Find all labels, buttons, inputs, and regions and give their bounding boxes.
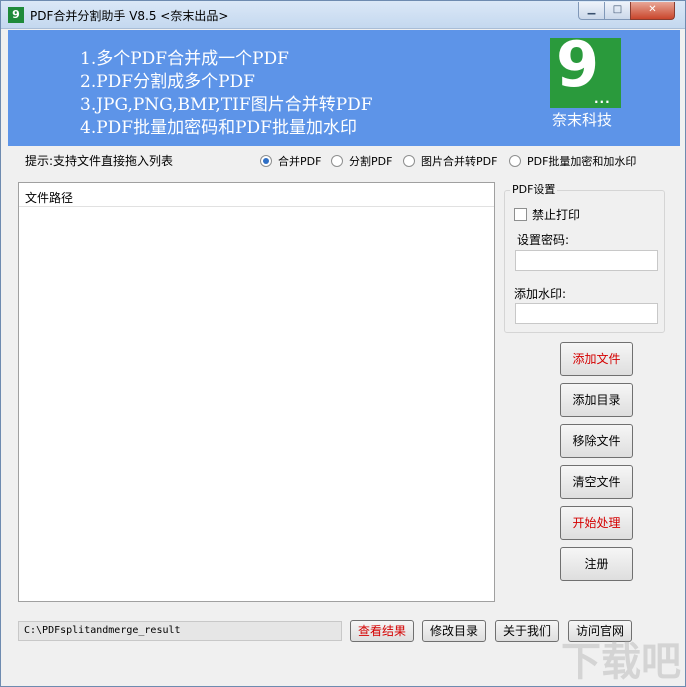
radio-indicator — [403, 155, 415, 167]
feature-line-1: 1.多个PDF合并成一个PDF — [80, 49, 289, 69]
app-window: 9 PDF合并分割助手 V8.5 <奈末出品> ▁ □ ✕ 1.多个PDF合并成… — [0, 0, 686, 687]
clear-files-button[interactable]: 清空文件 — [560, 465, 633, 499]
mode-radio-merge[interactable]: 合并PDF — [260, 153, 321, 169]
close-button[interactable]: ✕ — [630, 2, 675, 20]
drag-tip: 提示:支持文件直接拖入列表 — [25, 154, 174, 168]
feature-line-2: 2.PDF分割成多个PDF — [80, 72, 255, 92]
app-icon: 9 — [8, 7, 24, 23]
file-list[interactable]: 文件路径 — [18, 182, 495, 602]
password-input[interactable] — [515, 250, 658, 271]
radio-label: PDF批量加密和加水印 — [527, 155, 637, 168]
mode-radio-split[interactable]: 分割PDF — [331, 153, 392, 169]
add-directory-button[interactable]: 添加目录 — [560, 383, 633, 417]
logo-dots: ... — [594, 92, 611, 106]
radio-label: 分割PDF — [349, 155, 393, 168]
company-name: 奈末科技 — [552, 111, 613, 129]
remove-file-button[interactable]: 移除文件 — [560, 424, 633, 458]
feature-line-4: 4.PDF批量加密码和PDF批量加水印 — [80, 118, 357, 138]
view-result-button[interactable]: 查看结果 — [350, 620, 414, 642]
title-bar: 9 PDF合并分割助手 V8.5 <奈末出品> ▁ □ ✕ — [1, 1, 685, 29]
output-path-field[interactable]: C:\PDFsplitandmerge_result — [18, 621, 342, 641]
watermark-input[interactable] — [515, 303, 658, 324]
site-watermark: 下载吧 — [561, 639, 681, 685]
start-processing-button[interactable]: 开始处理 — [560, 506, 633, 540]
change-directory-button[interactable]: 修改目录 — [422, 620, 486, 642]
password-label: 设置密码: — [517, 233, 570, 247]
register-button[interactable]: 注册 — [560, 547, 633, 581]
radio-indicator — [509, 155, 521, 167]
column-header-file-path[interactable]: 文件路径 — [19, 183, 494, 207]
radio-label: 图片合并转PDF — [421, 155, 498, 168]
disable-print-checkbox[interactable]: 禁止打印 — [514, 206, 580, 223]
checkbox-label: 禁止打印 — [532, 208, 581, 222]
column-header-label: 文件路径 — [25, 191, 74, 205]
feature-banner: 1.多个PDF合并成一个PDF 2.PDF分割成多个PDF 3.JPG,PNG,… — [8, 30, 680, 146]
window-title: PDF合并分割助手 V8.5 <奈末出品> — [30, 9, 229, 23]
radio-label: 合并PDF — [278, 155, 322, 168]
pdf-settings-legend: PDF设置 — [510, 181, 558, 197]
maximize-button[interactable]: □ — [604, 2, 631, 20]
watermark-label: 添加水印: — [514, 287, 567, 301]
add-file-button[interactable]: 添加文件 — [560, 342, 633, 376]
feature-line-3: 3.JPG,PNG,BMP,TIF图片合并转PDF — [80, 95, 373, 115]
about-us-button[interactable]: 关于我们 — [495, 620, 559, 642]
radio-indicator — [331, 155, 343, 167]
mode-radio-encrypt-watermark[interactable]: PDF批量加密和加水印 — [509, 153, 636, 169]
company-logo: 9 ... — [550, 30, 621, 108]
radio-indicator — [260, 155, 272, 167]
minimize-button[interactable]: ▁ — [578, 2, 605, 20]
logo-mark: 9 — [556, 28, 600, 101]
checkbox-box — [514, 208, 527, 221]
mode-radio-images-to-pdf[interactable]: 图片合并转PDF — [403, 153, 497, 169]
